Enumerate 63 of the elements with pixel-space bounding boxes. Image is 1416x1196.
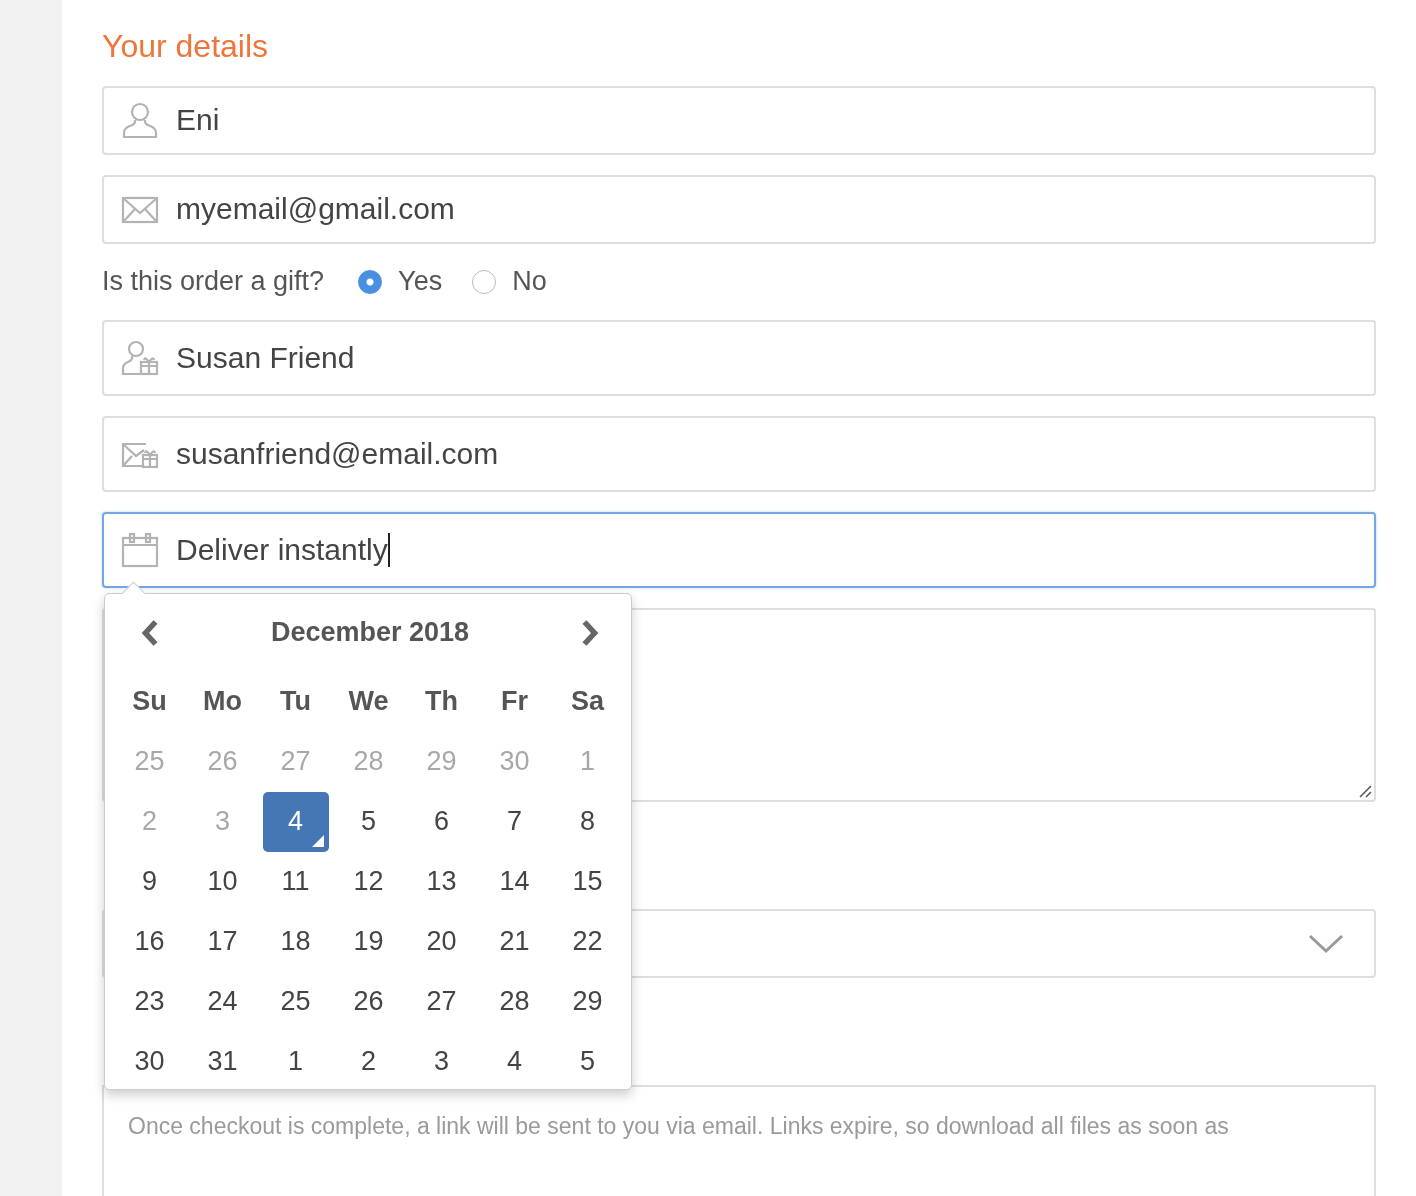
calendar-day[interactable]: 20 (408, 911, 475, 972)
calendar-day[interactable]: 13 (408, 851, 475, 912)
calendar-day[interactable]: 28 (481, 971, 548, 1032)
field-value: Susan Friend (176, 340, 355, 375)
calendar-day[interactable]: 4 (262, 791, 329, 852)
calendar-day[interactable]: 6 (408, 791, 475, 852)
calendar-day[interactable]: 17 (189, 911, 256, 972)
calendar-day[interactable]: 21 (481, 911, 548, 972)
weekday-label: Su (132, 686, 167, 718)
calendar-day[interactable]: 5 (554, 1031, 621, 1092)
radio-button[interactable] (472, 269, 497, 294)
calendar-day[interactable]: 31 (189, 1031, 256, 1092)
calendar-day[interactable]: 16 (116, 911, 183, 972)
calendar-day[interactable]: 8 (554, 791, 621, 852)
weekday-label: Tu (280, 686, 311, 718)
calendar-day[interactable]: 30 (116, 1031, 183, 1092)
calendar-day[interactable]: 15 (554, 851, 621, 912)
field-value: susanfriend@email.com (176, 436, 499, 471)
section-heading: Your details (102, 27, 270, 66)
text-field[interactable]: Eni (102, 86, 1376, 155)
calendar-day[interactable]: 2 (335, 1031, 402, 1092)
calendar-day[interactable]: 19 (335, 911, 402, 972)
field-value: myemail@gmail.com (176, 192, 455, 227)
gift-question: Is this order a gift? (102, 266, 325, 298)
weekday-label: Mo (203, 686, 242, 718)
calendar-day[interactable]: 14 (481, 851, 548, 912)
calendar-day[interactable]: 9 (116, 851, 183, 912)
chevron-down-icon (1308, 933, 1344, 954)
radio-button[interactable] (358, 269, 383, 294)
dropdown-field[interactable] (102, 909, 1376, 979)
weekday-label: Sa (571, 686, 604, 718)
weekday-label: We (348, 686, 389, 718)
calendar-day[interactable]: 4 (481, 1031, 548, 1092)
calendar-day[interactable]: 10 (189, 851, 256, 912)
calendar-day[interactable]: 22 (554, 911, 621, 972)
text-field[interactable]: Deliver instantly (102, 511, 1376, 588)
calendar-day[interactable]: 5 (335, 791, 402, 852)
calendar-day[interactable]: 24 (189, 971, 256, 1032)
month-title: December 2018 (270, 617, 470, 649)
text-field[interactable]: Susan Friend (102, 319, 1376, 396)
calendar-day[interactable]: 3 (408, 1031, 475, 1092)
field-value: Deliver instantly (176, 532, 388, 567)
calendar-day[interactable]: 27 (408, 971, 475, 1032)
calendar-day[interactable]: 29 (554, 971, 621, 1032)
calendar-day[interactable]: 25 (262, 971, 329, 1032)
resize-grip-icon[interactable] (1358, 784, 1372, 799)
calendar-day[interactable]: 1 (262, 1031, 329, 1092)
radio-label[interactable]: No (512, 266, 547, 298)
weekday-label: Fr (501, 686, 528, 718)
person-icon (120, 100, 160, 141)
notice-text: Once checkout is complete, a link will be sent to you via email. Links expire, so download all files as soon as (128, 1113, 1230, 1141)
calendar-day[interactable]: 12 (335, 851, 402, 912)
radio-label[interactable]: Yes (398, 266, 443, 298)
calendar-day[interactable]: 18 (262, 911, 329, 972)
calendar-day[interactable]: 7 (481, 791, 548, 852)
text-field[interactable]: myemail@gmail.com (102, 174, 1376, 244)
text-cursor (387, 532, 390, 567)
calendar-day[interactable]: 23 (116, 971, 183, 1032)
calendar-day[interactable]: 11 (262, 851, 329, 912)
weekday-label: Th (425, 686, 458, 718)
field-value: Eni (176, 103, 220, 138)
calendar-day[interactable]: 26 (335, 971, 402, 1032)
text-field[interactable]: susanfriend@email.com (102, 415, 1376, 492)
